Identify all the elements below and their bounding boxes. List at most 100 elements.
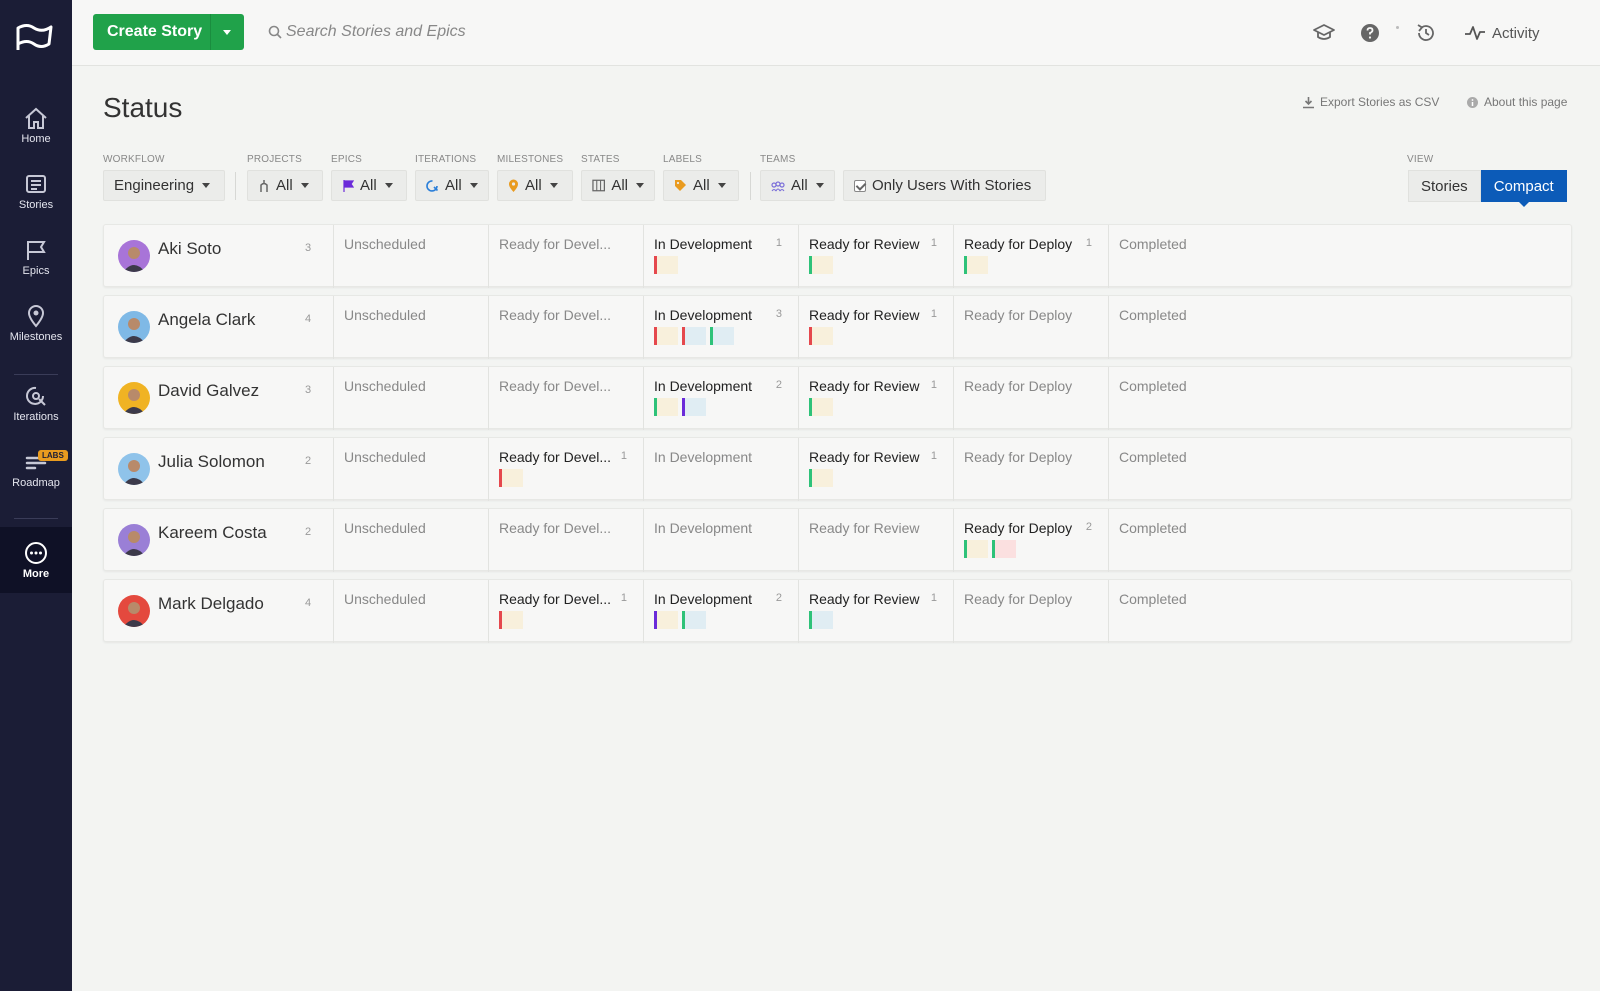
checkbox-checked-icon[interactable] (854, 179, 866, 192)
state-cell: Unscheduled (333, 438, 484, 501)
chevron-down-icon (717, 183, 726, 188)
nav-more[interactable]: More (0, 527, 72, 593)
only-users-checkbox[interactable]: Only Users With Stories (843, 170, 1046, 201)
story-cards (809, 611, 833, 629)
state-story-count: 2 (775, 379, 782, 391)
nav-divider (14, 518, 58, 519)
epics-select[interactable]: All (331, 170, 407, 201)
nav-epics[interactable]: Epics (0, 238, 72, 304)
state-story-count: 1 (930, 450, 937, 462)
search-input[interactable] (286, 18, 626, 46)
story-card[interactable] (654, 327, 678, 345)
state-cell: In Development 2 (643, 367, 794, 430)
state-cell: Ready for Review 1 (798, 296, 949, 359)
state-cell: Ready for Devel... (488, 509, 639, 572)
avatar[interactable] (118, 524, 150, 556)
table-row[interactable]: Kareem Costa 2 Unscheduled Ready for Devel.… (103, 508, 1572, 572)
state-name: Ready for Deploy (964, 307, 1073, 323)
user-name[interactable]: Aki Soto (158, 239, 221, 259)
user-name[interactable]: Kareem Costa (158, 523, 267, 543)
avatar[interactable] (118, 453, 150, 485)
state-name: Ready for Deploy (964, 236, 1073, 252)
view-toggle: Stories Compact (1408, 170, 1567, 207)
avatar[interactable] (118, 240, 150, 272)
nav-label-stories: Stories (18, 199, 54, 211)
story-card[interactable] (992, 540, 1016, 558)
state-story-count: 1 (930, 308, 937, 320)
projects-select[interactable]: All (247, 170, 323, 201)
story-cards (654, 256, 678, 274)
stories-icon (26, 175, 46, 193)
state-cell: In Development (643, 438, 794, 501)
story-card[interactable] (499, 611, 523, 629)
user-story-count: 2 (305, 526, 312, 538)
create-story-button[interactable]: Create Story (93, 14, 244, 50)
help-icon[interactable] (1358, 21, 1382, 45)
story-card[interactable] (499, 469, 523, 487)
table-row[interactable]: Aki Soto 3 Unscheduled Ready for Devel... In… (103, 224, 1572, 288)
activity-button[interactable]: Activity (1464, 21, 1540, 45)
labels-select[interactable]: All (663, 170, 739, 201)
story-card[interactable] (654, 398, 678, 416)
user-name[interactable]: Julia Solomon (158, 452, 265, 472)
milestones-select[interactable]: All (497, 170, 573, 201)
story-card[interactable] (809, 469, 833, 487)
project-icon (260, 179, 268, 192)
nav-home[interactable]: Home (0, 106, 72, 172)
workflow-select[interactable]: Engineering (103, 170, 225, 201)
teams-select[interactable]: All (760, 170, 835, 201)
logo-flag-icon[interactable] (13, 20, 57, 54)
state-cell: Completed (1108, 296, 1259, 359)
chevron-down-icon[interactable] (221, 26, 233, 38)
state-name: Ready for Devel... (499, 236, 612, 252)
nav-iterations[interactable]: Iterations (0, 384, 72, 450)
state-name: Unscheduled (344, 307, 426, 323)
avatar[interactable] (118, 382, 150, 414)
story-card[interactable] (710, 327, 734, 345)
state-cell: Ready for Devel... (488, 225, 639, 288)
nav-roadmap[interactable]: LABS Roadmap (0, 450, 72, 516)
nav-milestones[interactable]: Milestones (0, 304, 72, 370)
state-cell: Ready for Review (798, 509, 949, 572)
table-row[interactable]: Mark Delgado 4 Unscheduled Ready for Devel.… (103, 579, 1572, 643)
label-tag-icon (675, 180, 686, 191)
story-card[interactable] (809, 327, 833, 345)
story-card[interactable] (682, 398, 706, 416)
about-page-link[interactable]: About this page (1466, 95, 1567, 109)
table-row[interactable]: Angela Clark 4 Unscheduled Ready for Devel.… (103, 295, 1572, 359)
story-card[interactable] (964, 540, 988, 558)
activity-icon (1465, 26, 1485, 40)
nav-stories[interactable]: Stories (0, 172, 72, 238)
user-name[interactable]: Mark Delgado (158, 594, 264, 614)
table-row[interactable]: Julia Solomon 2 Unscheduled Ready for Devel… (103, 437, 1572, 501)
story-card[interactable] (654, 611, 678, 629)
states-select[interactable]: All (581, 170, 655, 201)
story-card[interactable] (654, 256, 678, 274)
state-cell: Ready for Devel... (488, 367, 639, 430)
story-card[interactable] (809, 256, 833, 274)
history-icon[interactable] (1414, 21, 1438, 45)
iterations-select[interactable]: All (415, 170, 489, 201)
epics-filter-label: EPICS (331, 154, 363, 165)
story-card[interactable] (809, 611, 833, 629)
story-card[interactable] (964, 256, 988, 274)
avatar[interactable] (118, 311, 150, 343)
state-name: In Development (654, 449, 753, 465)
avatar[interactable] (118, 595, 150, 627)
nav-label-epics: Epics (22, 265, 50, 277)
user-name[interactable]: Angela Clark (158, 310, 255, 330)
story-card[interactable] (809, 398, 833, 416)
state-cell: Ready for Deploy 1 (953, 225, 1104, 288)
story-card[interactable] (682, 327, 706, 345)
view-compact-button[interactable]: Compact (1480, 170, 1567, 207)
export-csv-link[interactable]: Export Stories as CSV (1302, 95, 1439, 109)
view-stories-button[interactable]: Stories (1408, 170, 1481, 202)
story-card[interactable] (682, 611, 706, 629)
only-users-label: Only Users With Stories (872, 177, 1032, 194)
state-name: Completed (1119, 378, 1187, 394)
graduation-cap-icon[interactable] (1312, 21, 1336, 45)
table-row[interactable]: David Galvez 3 Unscheduled Ready for Devel.… (103, 366, 1572, 430)
create-story-label: Create Story (107, 23, 203, 40)
user-name[interactable]: David Galvez (158, 381, 259, 401)
chevron-down-icon (202, 183, 211, 188)
